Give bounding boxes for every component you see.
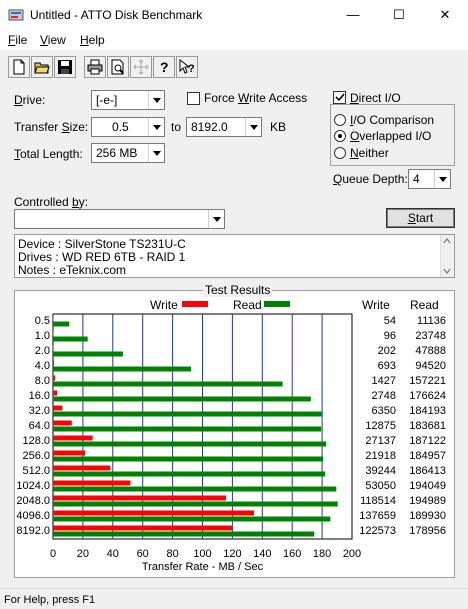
write-bar [53,465,111,471]
x-tick-label: 80 [166,548,178,560]
read-value-cell: 194049 [409,479,446,492]
transfer-size-row-label: 32.0 [28,404,50,417]
write-bar [53,390,58,396]
read-value-cell: 23748 [415,329,446,342]
x-tick-label: 60 [137,548,149,560]
write-value-cell: 96 [383,329,396,342]
transfer-size-row-label: 2048.0 [16,494,50,507]
read-bar [53,501,338,507]
write-bar [53,360,55,366]
read-bar [53,396,311,402]
transfer-size-row-label: 1024.0 [16,479,50,492]
write-value-cell: 53050 [365,479,396,492]
write-bar [53,450,85,456]
x-tick-label: 160 [283,548,301,560]
transfer-size-row-label: 2.0 [34,344,50,357]
read-bar [53,351,123,357]
transfer-size-row-label: 16.0 [28,389,50,402]
transfer-size-row-label: 128.0 [22,434,50,447]
write-bar [53,345,54,351]
read-bar [53,471,326,477]
write-bar [53,375,56,381]
read-value-cell: 178956 [409,524,446,537]
read-bar [53,486,337,492]
transfer-size-row-label: 8192.0 [16,524,50,537]
read-value-cell: 189930 [409,509,446,522]
read-bar [53,516,331,522]
write-value-cell: 202 [377,344,396,357]
read-bar [53,366,191,372]
read-bar [53,336,88,342]
x-tick-label: 180 [313,548,331,560]
read-value-cell: 194989 [409,494,446,507]
read-value-cell: 157221 [409,374,446,387]
write-bar [53,420,72,426]
write-bar [53,480,131,486]
read-bar [53,441,327,447]
read-value-cell: 187122 [409,434,446,447]
read-value-cell: 11136 [417,314,446,327]
write-value-cell: 137659 [359,509,396,522]
read-value-cell: 176624 [409,389,446,402]
read-bar [53,381,283,387]
read-bar [53,531,315,537]
x-tick-label: 200 [343,548,361,560]
read-value-cell: 47888 [415,344,446,357]
write-bar [53,525,232,531]
read-value-cell: 184193 [409,404,446,417]
write-bar [53,435,93,441]
read-value-cell: 184957 [409,449,446,462]
write-value-cell: 693 [377,359,396,372]
transfer-size-row-label: 256.0 [22,449,50,462]
x-tick-label: 100 [193,548,211,560]
write-value-cell: 1427 [371,374,396,387]
status-text: For Help, press F1 [4,594,96,606]
x-tick-label: 120 [223,548,241,560]
write-value-cell: 12875 [365,419,396,432]
write-bar [53,495,227,501]
write-bar [53,330,54,336]
write-value-cell: 54 [383,314,396,327]
write-value-cell: 122573 [359,524,396,537]
read-bar [53,426,322,432]
x-tick-label: 40 [107,548,119,560]
write-bar [53,315,54,321]
read-value-cell: 94520 [415,359,446,372]
transfer-size-row-label: 4096.0 [16,509,50,522]
x-tick-label: 0 [50,548,56,560]
write-value-cell: 27137 [365,434,396,447]
read-bar [53,321,70,327]
read-value-cell: 183681 [409,419,446,432]
write-bar [53,405,63,411]
x-tick-label: 20 [77,548,89,560]
transfer-size-row-label: 1.0 [34,329,50,342]
transfer-size-row-label: 512.0 [22,464,50,477]
write-value-cell: 39244 [365,464,396,477]
write-value-cell: 118514 [360,494,396,507]
transfer-size-row-label: 64.0 [28,419,50,432]
transfer-size-row-label: 4.0 [34,359,50,372]
transfer-size-row-label: 8.0 [34,374,50,387]
x-tick-label: 140 [253,548,271,560]
write-value-cell: 21918 [365,449,396,462]
write-value-cell: 2748 [371,389,396,402]
read-value-cell: 186413 [409,464,446,477]
write-value-cell: 6350 [371,404,396,417]
x-axis-label: Transfer Rate - MB / Sec [142,561,264,573]
read-bar [53,411,322,417]
write-bar [53,510,254,516]
read-bar [53,456,324,462]
transfer-size-row-label: 0.5 [34,314,50,327]
